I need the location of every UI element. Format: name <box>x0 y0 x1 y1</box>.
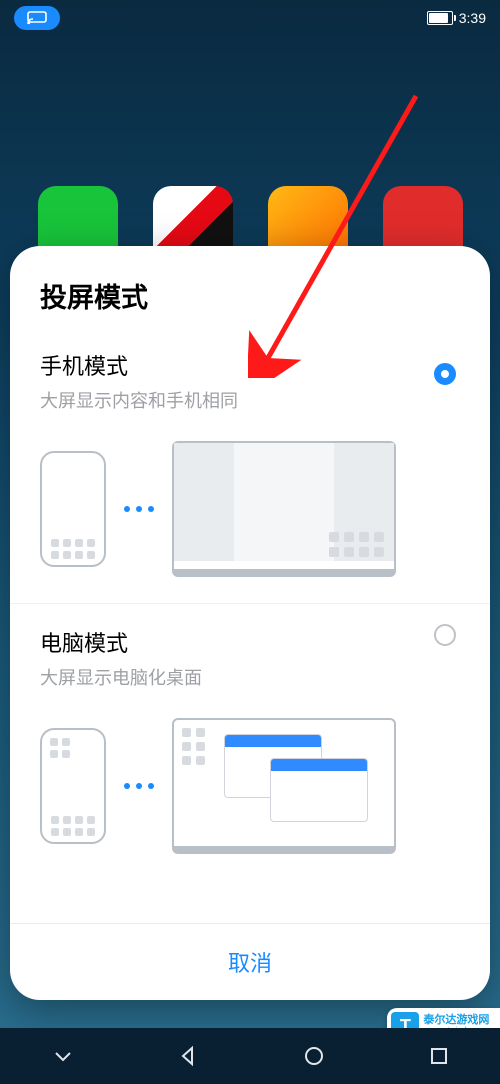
phone-screen: 3:39 投屏模式 手机模式 大屏显示内容和手机相同 <box>0 0 500 1084</box>
radio-selected-icon[interactable] <box>434 363 456 385</box>
tv-glyph <box>172 441 396 577</box>
nav-back-icon[interactable] <box>177 1045 199 1067</box>
radio-unselected-icon[interactable] <box>434 624 456 646</box>
phone-glyph <box>40 451 106 567</box>
option-subtitle: 大屏显示电脑化桌面 <box>40 664 460 690</box>
connection-dots-icon <box>124 783 154 789</box>
tv-desktop-glyph <box>172 718 396 854</box>
cancel-button[interactable]: 取消 <box>10 923 490 1000</box>
option-title: 电脑模式 <box>40 626 460 658</box>
connection-dots-icon <box>124 506 154 512</box>
battery-icon <box>427 11 453 25</box>
system-nav-bar <box>0 1028 500 1084</box>
nav-recent-icon[interactable] <box>429 1046 449 1066</box>
desktop-mode-illustration <box>40 718 460 854</box>
projection-mode-sheet: 投屏模式 手机模式 大屏显示内容和手机相同 电脑模式 <box>10 246 490 1000</box>
phone-glyph <box>40 728 106 844</box>
status-bar: 3:39 <box>0 0 500 36</box>
status-time: 3:39 <box>459 10 486 26</box>
cast-indicator[interactable] <box>14 6 60 30</box>
sheet-title: 投屏模式 <box>40 276 460 315</box>
option-subtitle: 大屏显示内容和手机相同 <box>40 387 460 413</box>
phone-mode-illustration <box>40 441 460 577</box>
nav-down-icon[interactable] <box>52 1045 74 1067</box>
nav-home-icon[interactable] <box>302 1044 326 1068</box>
option-desktop-mode[interactable]: 电脑模式 大屏显示电脑化桌面 <box>40 604 460 700</box>
watermark-title: 泰尔达游戏网 <box>423 1015 494 1027</box>
option-title: 手机模式 <box>40 349 460 381</box>
option-phone-mode[interactable]: 手机模式 大屏显示内容和手机相同 <box>40 343 460 423</box>
